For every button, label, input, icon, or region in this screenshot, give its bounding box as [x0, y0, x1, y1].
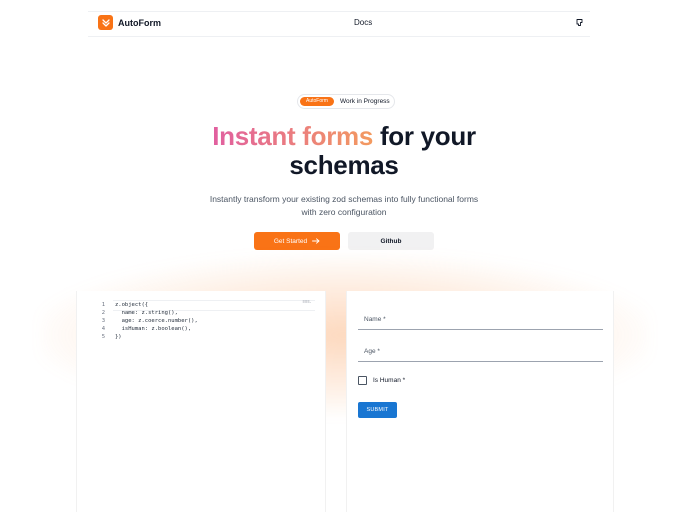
- github-button-label: Github: [380, 237, 402, 245]
- subtitle-line-2: with zero configuration: [301, 207, 387, 217]
- line-number: 5: [101, 334, 105, 340]
- github-button[interactable]: Github: [348, 232, 434, 250]
- brand-logo[interactable]: AutoForm: [98, 15, 161, 30]
- hero-subtitle: Instantly transform your existing zod sc…: [194, 193, 494, 219]
- age-field-label: Age *: [364, 348, 380, 355]
- name-field[interactable]: Name *: [358, 313, 603, 330]
- get-started-label: Get Started: [273, 237, 308, 245]
- headline-line-1: Instant forms for your: [0, 122, 688, 151]
- submit-button[interactable]: SUBMIT: [358, 402, 397, 418]
- is-human-row: Is Human *: [358, 376, 405, 385]
- code-line: 2 name: z.string(),: [77, 309, 317, 317]
- subtitle-line-1: Instantly transform your existing zod sc…: [209, 194, 479, 204]
- headline-gradient-text: Instant forms: [212, 121, 374, 151]
- code-line: 5}): [77, 333, 317, 341]
- code-line: 3 age: z.coerce.number(),: [77, 317, 317, 325]
- headline-rest: for your: [373, 121, 476, 151]
- line-number: 4: [101, 326, 105, 332]
- top-nav: AutoForm Docs: [88, 11, 590, 37]
- headline-line-2: schemas: [289, 150, 399, 180]
- brand-name: AutoForm: [118, 17, 161, 28]
- autoform-logo-icon: [98, 15, 113, 30]
- badge-pill: AutoForm: [300, 97, 334, 106]
- code-line: 4 isHuman: z.boolean(),: [77, 325, 317, 333]
- code-editor[interactable]: ≡≡≡- 1 z.object({2 name: z.string(), 3 age…: [76, 291, 326, 512]
- code-text: z.object({: [115, 302, 149, 308]
- hero-headline: Instant forms for your schemas: [0, 122, 688, 180]
- code-line: 1 z.object({: [77, 301, 317, 309]
- code-text: name: z.string(),: [115, 310, 178, 316]
- name-field-label: Name *: [364, 316, 386, 323]
- code-text: age: z.coerce.number(),: [115, 318, 198, 324]
- line-number: 2: [101, 310, 105, 316]
- is-human-label: Is Human *: [373, 377, 406, 384]
- code-text: }): [115, 334, 122, 340]
- get-started-button[interactable]: Get Started: [254, 232, 340, 250]
- form-preview: Name * Age * Is Human * SUBMIT: [346, 291, 614, 512]
- status-badge: AutoForm Work in Progress: [297, 94, 395, 109]
- github-icon[interactable]: [575, 18, 584, 27]
- is-human-checkbox[interactable]: [358, 376, 367, 385]
- line-number: 3: [101, 318, 105, 324]
- badge-text: Work in Progress: [339, 98, 390, 105]
- arrow-right-icon: [312, 238, 320, 244]
- nav-link-docs[interactable]: Docs: [354, 18, 372, 27]
- code-text: isHuman: z.boolean(),: [115, 326, 192, 332]
- age-field[interactable]: Age *: [358, 345, 603, 362]
- line-number: 1: [101, 302, 105, 308]
